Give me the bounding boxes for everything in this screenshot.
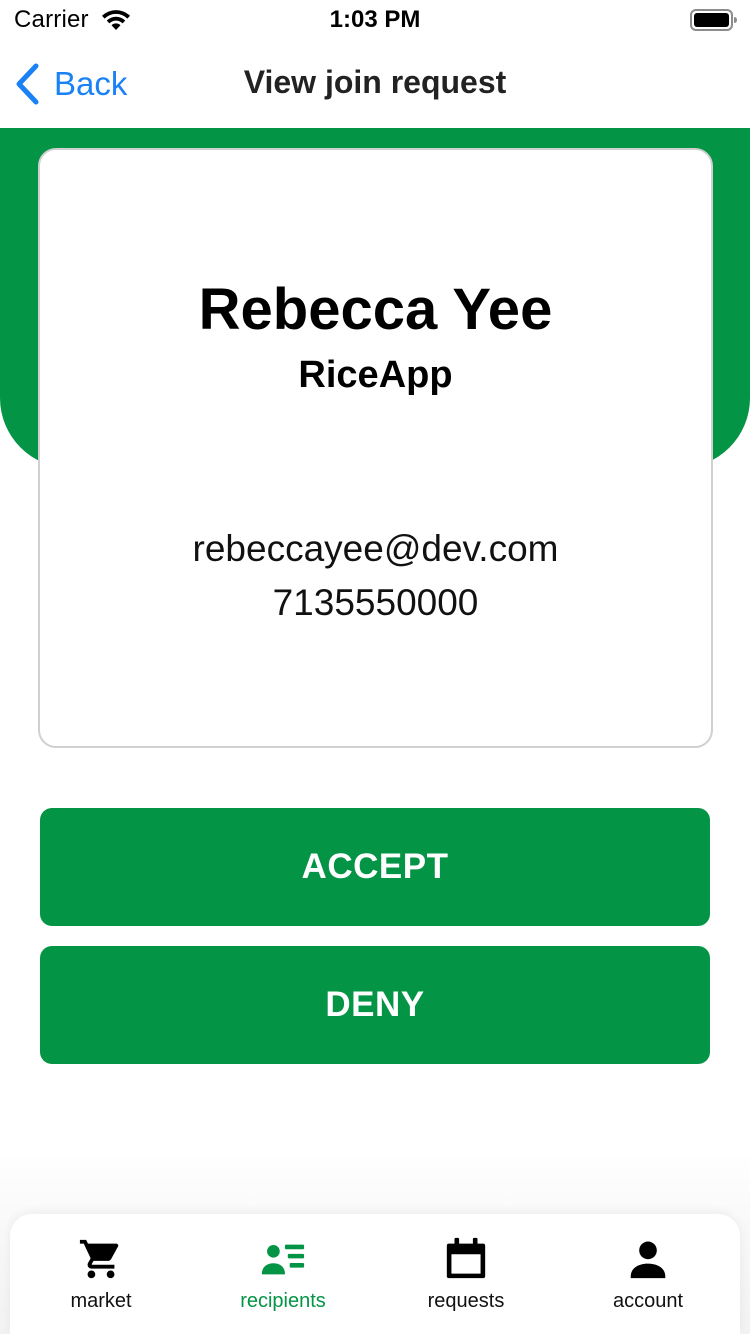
clock: 1:03 PM [329,6,421,33]
requester-phone: 7135550000 [272,582,479,623]
tab-requests[interactable]: requests [375,1214,557,1334]
person-icon [630,1241,666,1279]
battery-icon [690,9,737,31]
tab-bar: market recipients requests account [10,1214,740,1334]
tab-requests-label: requests [427,1290,505,1312]
page-title: View join request [243,64,507,100]
calendar-icon [446,1237,486,1279]
requester-email: rebeccayee@dev.com [192,528,559,569]
join-request-card: Rebecca Yee RiceApp rebeccayee@dev.com 7… [38,148,713,748]
status-bar: Carrier 1:03 PM [0,0,750,40]
tab-account[interactable]: account [557,1214,739,1334]
accept-button[interactable]: ACCEPT [40,808,710,926]
recipients-icon [261,1244,305,1275]
tab-recipients[interactable]: recipients [192,1214,374,1334]
deny-button[interactable]: DENY [40,946,710,1064]
tab-account-label: account [612,1290,684,1312]
navigation-bar: Back View join request [0,40,750,128]
cart-icon [79,1239,119,1279]
tab-market-label: market [70,1290,132,1312]
tab-market[interactable]: market [10,1214,192,1334]
requester-name: Rebecca Yee [198,277,553,342]
tab-recipients-label: recipients [240,1290,326,1312]
requester-organization: RiceApp [298,354,453,396]
